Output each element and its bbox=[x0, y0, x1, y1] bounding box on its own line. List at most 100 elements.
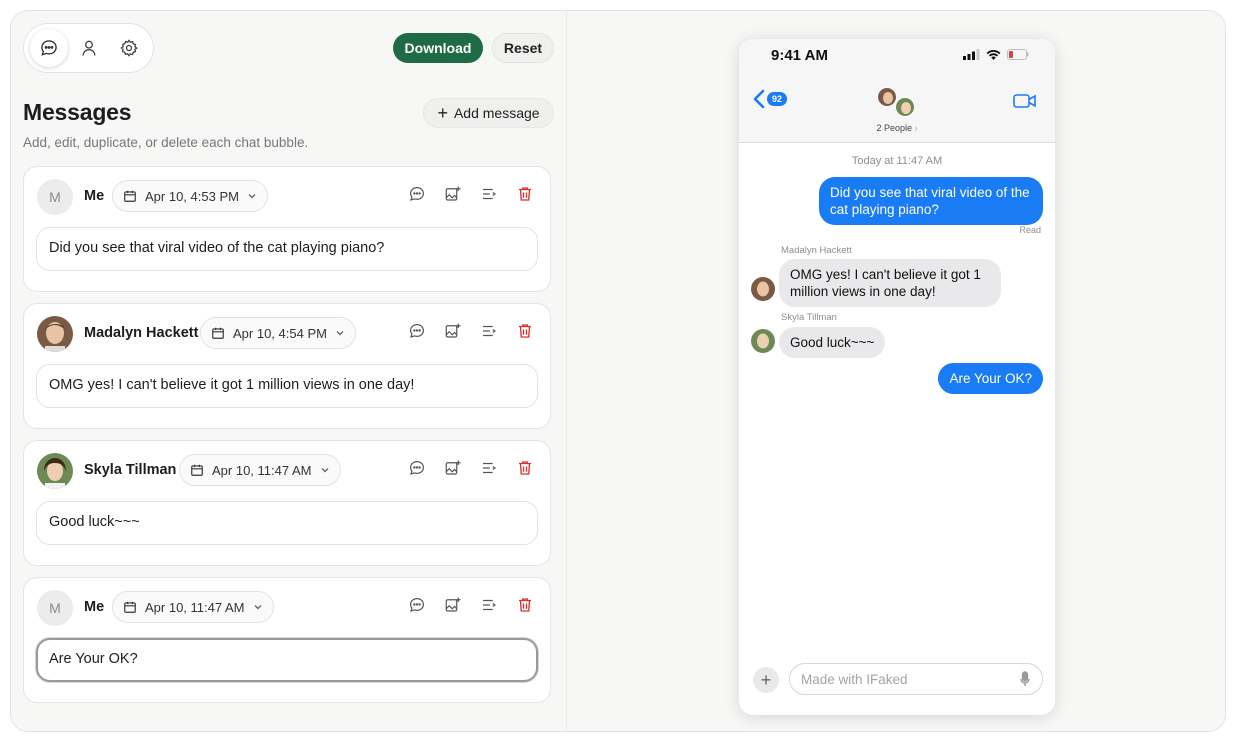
page-title: Messages bbox=[23, 99, 132, 125]
group-avatar bbox=[895, 97, 915, 117]
calendar-icon bbox=[191, 464, 203, 476]
card-actions bbox=[408, 596, 534, 614]
page-subtitle: Add, edit, duplicate, or delete each cha… bbox=[23, 135, 309, 150]
date-picker[interactable]: Apr 10, 11:47 AM bbox=[112, 591, 274, 623]
chat-style-button[interactable] bbox=[408, 459, 426, 477]
status-icons bbox=[963, 49, 1029, 60]
read-receipt: Read bbox=[1019, 225, 1041, 235]
chat-bubble-icon bbox=[410, 461, 424, 475]
avatar: M bbox=[37, 590, 73, 626]
chat-bubble-outgoing: Are Your OK? bbox=[938, 363, 1043, 394]
chat-bubble-icon bbox=[410, 324, 424, 338]
add-image-button[interactable] bbox=[444, 459, 462, 477]
add-image-button[interactable] bbox=[444, 596, 462, 614]
chat-style-button[interactable] bbox=[408, 596, 426, 614]
sender-name[interactable]: Me bbox=[84, 188, 104, 204]
chat-header: 9:41 AM 92 2 People › bbox=[739, 39, 1055, 143]
chat-bubble-icon bbox=[410, 598, 424, 612]
card-actions bbox=[408, 185, 534, 203]
trash-icon bbox=[519, 187, 531, 201]
message-text-input[interactable]: Did you see that viral video of the cat … bbox=[36, 227, 538, 271]
microphone-icon[interactable] bbox=[1020, 671, 1030, 687]
reset-button[interactable]: Reset bbox=[492, 33, 554, 63]
add-message-label: Add message bbox=[453, 105, 540, 121]
chat-style-button[interactable] bbox=[408, 185, 426, 203]
tab-messages[interactable] bbox=[30, 29, 68, 67]
calendar-icon bbox=[124, 190, 136, 202]
duplicate-button[interactable] bbox=[480, 322, 498, 340]
chevron-down-icon bbox=[248, 194, 256, 199]
person-icon bbox=[82, 40, 96, 56]
plus-icon: + bbox=[760, 669, 772, 690]
app-frame: Download Reset Messages Add, edit, dupli… bbox=[10, 10, 1226, 732]
message-text-input[interactable]: Good luck~~~ bbox=[36, 501, 538, 545]
status-time: 9:41 AM bbox=[771, 47, 828, 64]
delete-button[interactable] bbox=[516, 459, 534, 477]
message-composer-input[interactable]: Made with IFaked bbox=[789, 663, 1043, 695]
duplicate-button[interactable] bbox=[480, 596, 498, 614]
gear-icon bbox=[120, 39, 138, 57]
bubble-sender-name: Madalyn Hackett bbox=[781, 245, 852, 256]
message-text-input[interactable]: Are Your OK? bbox=[36, 638, 538, 682]
date-picker[interactable]: Apr 10, 11:47 AM bbox=[179, 454, 341, 486]
chevron-down-icon bbox=[254, 605, 261, 610]
duplicate-button[interactable] bbox=[480, 459, 498, 477]
message-card: M Me Apr 10, 4:53 PM Did you see that vi… bbox=[23, 166, 551, 292]
skyla-avatar-photo bbox=[37, 453, 73, 489]
list-add-icon bbox=[483, 325, 497, 337]
trash-icon bbox=[519, 598, 531, 612]
wifi-icon bbox=[986, 50, 1001, 60]
video-call-button[interactable] bbox=[1013, 93, 1037, 114]
sender-name[interactable]: Me bbox=[84, 599, 104, 615]
calendar-icon bbox=[124, 601, 136, 613]
bubble-sender-name: Skyla Tillman bbox=[781, 312, 837, 323]
date-value: Apr 10, 11:47 AM bbox=[212, 462, 312, 478]
tab-bar bbox=[23, 23, 154, 73]
chat-style-button[interactable] bbox=[408, 322, 426, 340]
sender-name[interactable]: Skyla Tillman bbox=[84, 462, 176, 478]
day-stamp: Today at 11:47 AM bbox=[851, 155, 943, 167]
tab-settings[interactable] bbox=[110, 29, 148, 67]
card-actions bbox=[408, 322, 534, 340]
delete-button[interactable] bbox=[516, 185, 534, 203]
add-image-button[interactable] bbox=[444, 322, 462, 340]
chat-bubble-outgoing: Did you see that viral video of the cat … bbox=[819, 177, 1043, 225]
video-camera-icon bbox=[1013, 94, 1036, 108]
message-card: Skyla Tillman Apr 10, 11:47 AM Good luck… bbox=[23, 440, 551, 566]
date-picker[interactable]: Apr 10, 4:54 PM bbox=[200, 317, 356, 349]
delete-button[interactable] bbox=[516, 596, 534, 614]
composer-plus-button[interactable]: + bbox=[753, 667, 779, 693]
plus-icon: + bbox=[437, 103, 448, 123]
group-avatar bbox=[877, 87, 897, 107]
group-people-label[interactable]: 2 People › bbox=[739, 123, 1055, 133]
message-card: Madalyn Hackett Apr 10, 4:54 PM OMG yes!… bbox=[23, 303, 551, 429]
list-add-icon bbox=[483, 188, 497, 200]
avatar: M bbox=[37, 179, 73, 215]
chat-bubble-icon bbox=[41, 40, 57, 56]
back-button[interactable]: 92 bbox=[753, 89, 788, 109]
duplicate-button[interactable] bbox=[480, 185, 498, 203]
tab-people[interactable] bbox=[70, 29, 108, 67]
date-value: Apr 10, 4:54 PM bbox=[233, 325, 327, 341]
battery-icon bbox=[1007, 49, 1029, 60]
image-add-icon bbox=[445, 597, 461, 612]
date-value: Apr 10, 11:47 AM bbox=[145, 599, 245, 615]
delete-button[interactable] bbox=[516, 322, 534, 340]
message-text-input[interactable]: OMG yes! I can't believe it got 1 millio… bbox=[36, 364, 538, 408]
calendar-icon bbox=[212, 327, 224, 339]
date-picker[interactable]: Apr 10, 4:53 PM bbox=[112, 180, 268, 212]
avatar bbox=[37, 453, 73, 489]
chat-bubble-icon bbox=[410, 187, 424, 201]
add-message-button[interactable]: + Add message bbox=[423, 98, 554, 128]
add-image-button[interactable] bbox=[444, 185, 462, 203]
sender-name[interactable]: Madalyn Hackett bbox=[84, 325, 198, 341]
list-add-icon bbox=[483, 599, 497, 611]
chat-bubble-incoming: Good luck~~~ bbox=[779, 327, 886, 358]
list-add-icon bbox=[483, 462, 497, 474]
image-add-icon bbox=[445, 323, 461, 338]
card-actions bbox=[408, 459, 534, 477]
bubble-avatar bbox=[751, 277, 775, 301]
chevron-down-icon bbox=[336, 331, 344, 336]
preview-panel: 9:41 AM 92 2 People › Today at 11:47 AM bbox=[567, 11, 1225, 731]
download-button[interactable]: Download bbox=[393, 33, 483, 63]
